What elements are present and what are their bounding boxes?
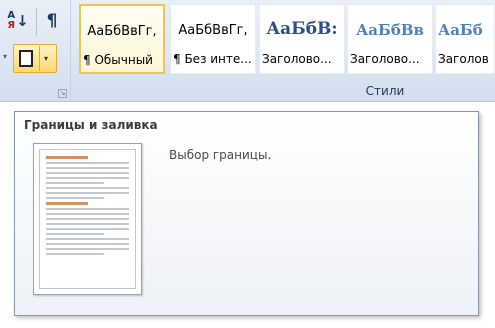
- style-sample: АаБбВв: [356, 21, 424, 39]
- style-sample: АаБбВвГг,: [87, 24, 157, 39]
- paragraph-group: А Я ↓ ¶ ▾ ▾ ↘: [0, 0, 71, 101]
- borders-icon: [19, 50, 33, 67]
- preview-text-line: [46, 213, 129, 215]
- preview-text-line: [46, 162, 129, 164]
- preview-text-line: [46, 167, 129, 169]
- sort-button[interactable]: А Я ↓: [5, 8, 31, 34]
- preview-text-line: [46, 177, 129, 179]
- borders-dropdown-arrow-icon[interactable]: ▾: [44, 54, 48, 63]
- preview-text-line: [46, 228, 129, 230]
- preview-text-line: [46, 233, 105, 235]
- sort-az-icon: А Я: [7, 10, 16, 31]
- style-label: Заголов: [438, 52, 489, 66]
- preview-text-line: [46, 208, 129, 210]
- ribbon: А Я ↓ ¶ ▾ ▾ ↘ АаБбВвГг, ¶ Обычный АаБбВв…: [0, 0, 495, 102]
- style-tile-heading-1[interactable]: АаБбВ: Заголово...: [259, 4, 345, 74]
- dialog-launcher-icon[interactable]: ↘: [58, 89, 67, 98]
- style-label: Заголово...: [350, 52, 420, 66]
- style-tile-no-spacing[interactable]: АаБбВвГг, ¶ Без инте...: [170, 4, 256, 74]
- screentip: Границы и заливка Выбор границы.: [14, 111, 479, 316]
- style-sample: АаБбВ:: [266, 19, 338, 39]
- style-tile-normal[interactable]: АаБбВвГг, ¶ Обычный: [79, 4, 165, 74]
- style-sample: АаБбВвГг,: [178, 23, 248, 38]
- borders-button[interactable]: ▾: [13, 44, 57, 73]
- style-sample: АаБб: [438, 21, 483, 39]
- preview-text-line: [46, 182, 105, 184]
- split-divider: [39, 46, 40, 71]
- preview-text-line: [46, 243, 129, 245]
- pilcrow-icon: ¶: [46, 11, 58, 31]
- screentip-title: Границы и заливка: [24, 118, 158, 132]
- preview-text-line: [46, 218, 129, 220]
- preview-text-line: [46, 187, 129, 189]
- style-label: Заголово...: [262, 52, 332, 66]
- preview-text-line: [46, 192, 129, 194]
- style-label: ¶ Без инте...: [173, 52, 252, 66]
- style-tile-heading-2[interactable]: АаБбВв Заголово...: [347, 4, 433, 74]
- preview-text-line: [46, 172, 129, 174]
- preview-text-line: [46, 238, 129, 240]
- preview-heading-line: [46, 202, 88, 205]
- show-formatting-marks-button[interactable]: ¶: [42, 8, 62, 34]
- preview-text-line: [46, 197, 105, 199]
- styles-gallery: АаБбВвГг, ¶ Обычный АаБбВвГг, ¶ Без инте…: [79, 4, 495, 74]
- preview-text-line: [46, 223, 129, 225]
- dropdown-arrow-icon[interactable]: ▾: [3, 52, 11, 66]
- styles-group-label: Стили: [365, 84, 405, 98]
- style-tile-heading-3[interactable]: АаБб Заголов: [435, 4, 495, 74]
- style-label: ¶ Обычный: [83, 53, 153, 67]
- page-border-preview-image: [33, 143, 142, 295]
- preview-text-line: [46, 253, 105, 255]
- page-border-frame: [39, 149, 136, 289]
- preview-heading-line: [46, 156, 88, 159]
- screentip-description: Выбор границы.: [169, 148, 272, 162]
- toolbar-separator: [36, 8, 37, 36]
- preview-text-line: [46, 248, 129, 250]
- sort-arrow-icon: ↓: [16, 12, 29, 30]
